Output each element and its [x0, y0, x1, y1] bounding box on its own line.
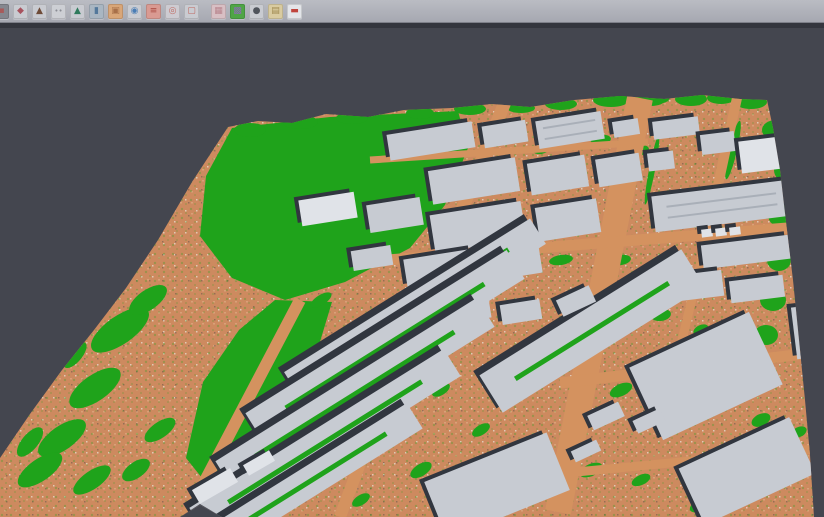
main-toolbar: ▪ ◆ ▲ •• ▲ ▮ ▣ ◉ ≡ ◎ ▢ ▦ ▩ ● ▤ ▬ [0, 0, 824, 23]
ortho-tile-icon[interactable]: ▣ [108, 4, 123, 19]
point-cloud-scene [0, 0, 824, 517]
tile-grid-icon[interactable]: ▦ [211, 4, 226, 19]
classification-map-icon[interactable]: ▩ [230, 4, 245, 19]
select-tool-icon[interactable]: ▪ [0, 4, 9, 19]
application-window: ▪ ◆ ▲ •• ▲ ▮ ▣ ◉ ≡ ◎ ▢ ▦ ▩ ● ▤ ▬ [0, 0, 824, 517]
classify-tool-icon[interactable]: ◆ [13, 4, 28, 19]
point-cloud-icon[interactable]: •• [51, 4, 66, 19]
dem-surface-icon[interactable]: ▲ [70, 4, 85, 19]
terrain-icon[interactable]: ▲ [32, 4, 47, 19]
profile-tool-icon[interactable]: ▮ [89, 4, 104, 19]
measure-icon[interactable]: ▬ [287, 4, 302, 19]
3d-viewport[interactable] [0, 0, 824, 517]
layers-icon[interactable]: ≡ [146, 4, 161, 19]
crop-region-icon[interactable]: ▢ [184, 4, 199, 19]
annotation-icon[interactable]: ▤ [268, 4, 283, 19]
sphere-view-icon[interactable]: ● [249, 4, 264, 19]
globe-3d-icon[interactable]: ◉ [127, 4, 142, 19]
circle-select-icon[interactable]: ◎ [165, 4, 180, 19]
